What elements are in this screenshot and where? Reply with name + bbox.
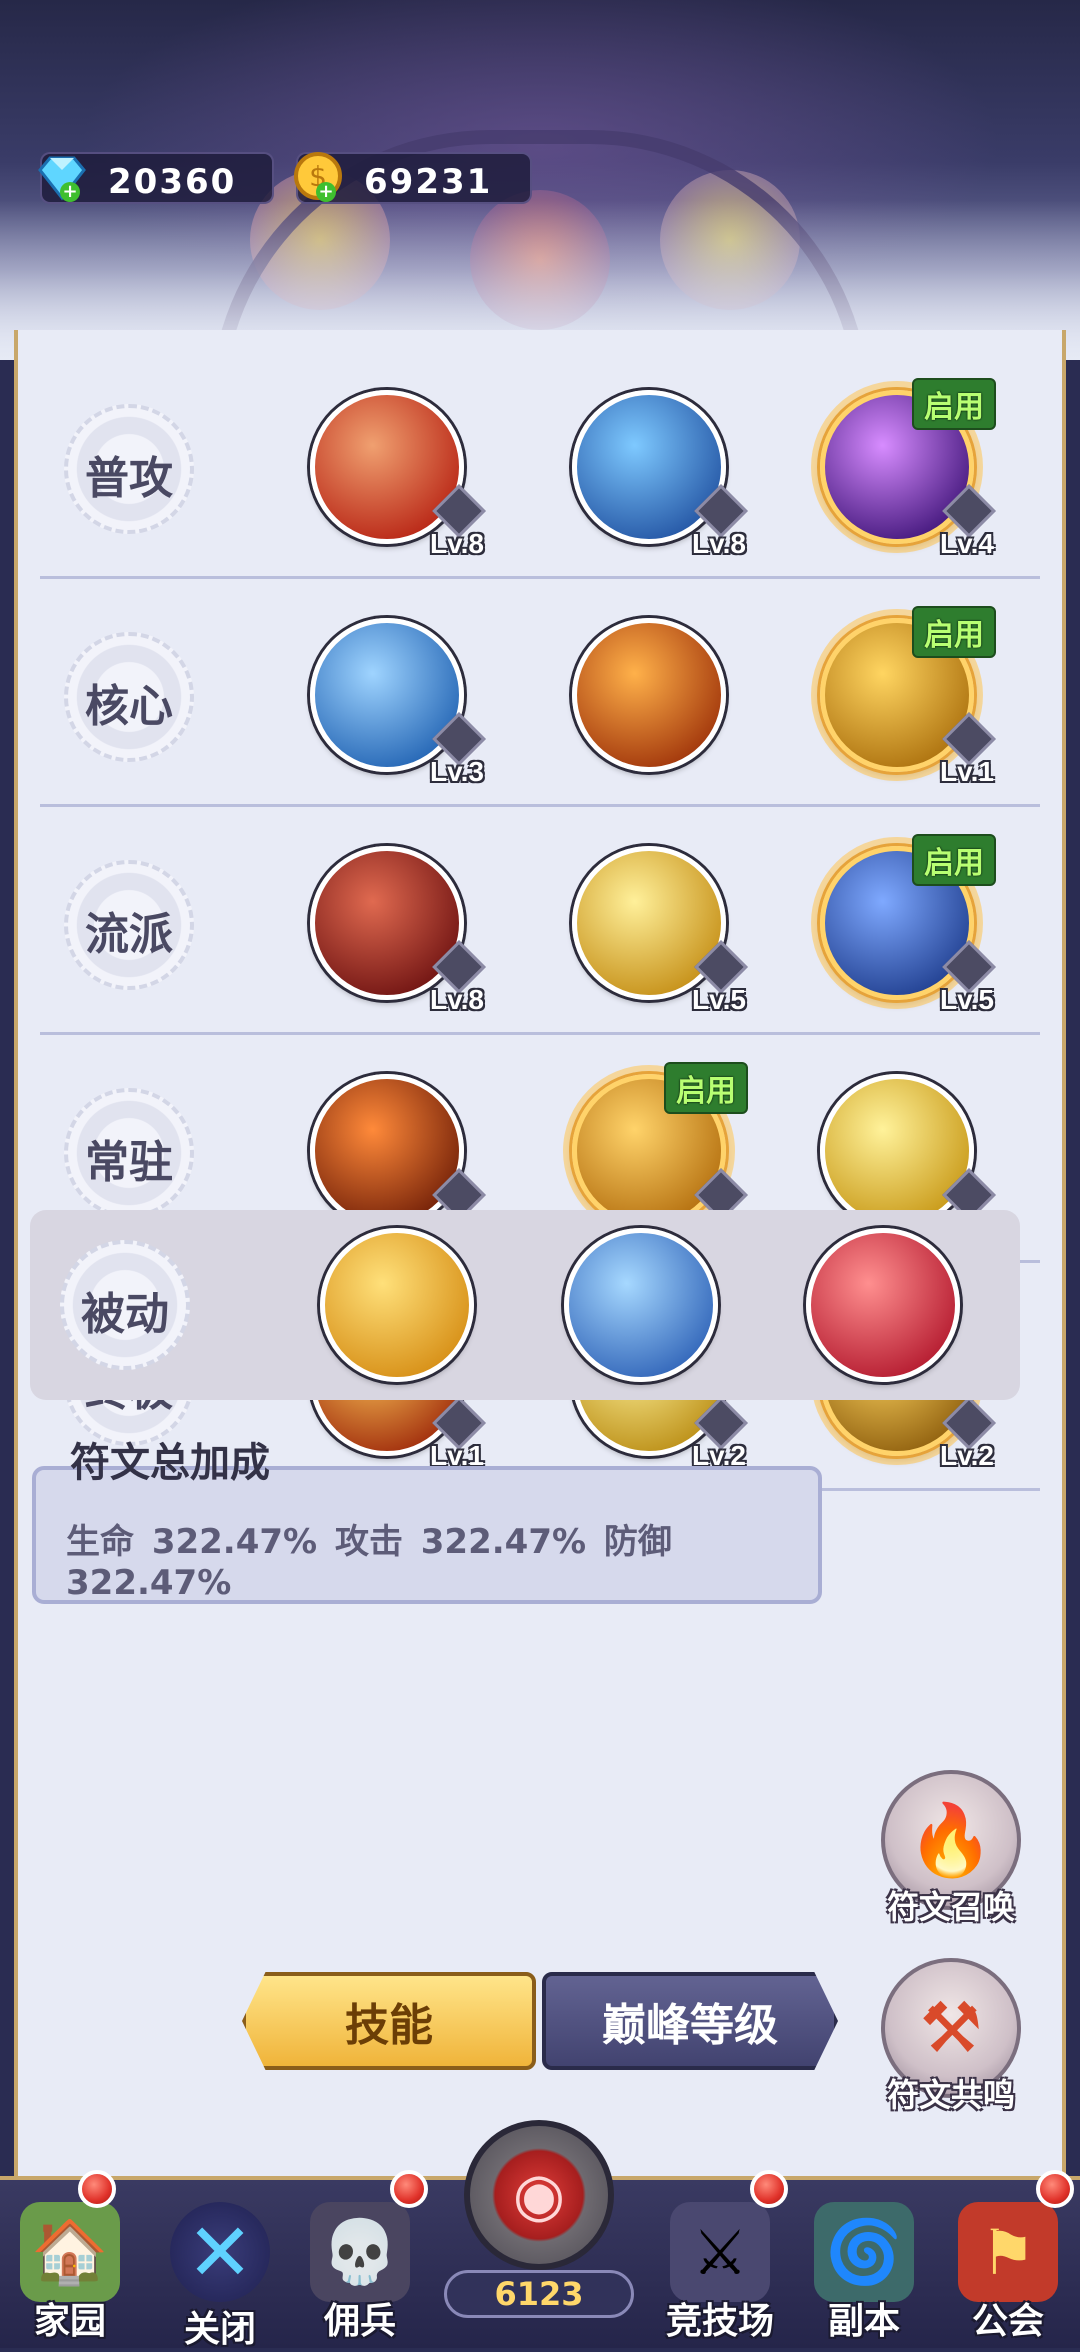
passive-skill-slot[interactable] [806, 1228, 960, 1382]
slash-icon [315, 395, 459, 539]
rune-resonance-button[interactable]: ⚒ 符文共鸣 [866, 1958, 1036, 2128]
notification-dot [78, 2170, 116, 2208]
hammer-icon [577, 623, 721, 767]
notification-dot [750, 2170, 788, 2208]
gold-amount: 69231 [364, 162, 493, 202]
guild-banner-icon: ⚑ [958, 2202, 1058, 2302]
plus-icon: + [316, 182, 336, 202]
sword-icon [315, 851, 459, 995]
nav-mercenary-label: 佣兵 [323, 2301, 396, 2342]
tab-skill[interactable]: 技能 [242, 1972, 536, 2070]
enabled-badge: 启用 [912, 606, 996, 658]
nav-dungeon[interactable]: 🌀 副本 [794, 2180, 934, 2348]
nav-arena[interactable]: ⚔ 竞技场 [650, 2170, 790, 2348]
tab-peak-level-label: 巅峰等级 [602, 2000, 778, 2051]
gold-coin-icon: $ + [288, 148, 348, 208]
gem-counter[interactable]: + 20360 [38, 152, 274, 204]
header-banner: + 20360 $ + 69231 [0, 0, 1080, 360]
crossed-swords-icon: ⚔ [670, 2202, 770, 2302]
enabled-badge: 启用 [912, 834, 996, 886]
rising-shadow-icon [315, 1079, 459, 1223]
rune-bonus-text: 生命 322.47% 攻击 322.47% 防御 322.47% [66, 1522, 672, 1603]
tab-peak-level[interactable]: 巅峰等级 [542, 1972, 838, 2070]
skill-level: Lv.8 [430, 984, 484, 1015]
demon-eye-icon: ◉ [464, 2120, 614, 2270]
stunned-figure-icon [825, 1079, 969, 1223]
skill-level: Lv.5 [940, 984, 994, 1015]
tab-skill-label: 技能 [345, 2000, 433, 2051]
nav-close[interactable]: ✕ 关闭 [150, 2180, 290, 2350]
rune-resonance-label: 符文共鸣 [886, 2076, 1015, 2114]
category-label: 常驻 [85, 1137, 173, 1188]
enabled-badge: 启用 [664, 1062, 748, 1114]
rune-summon-button[interactable]: 🔥 符文召唤 [866, 1770, 1036, 1940]
nav-close-label: 关闭 [183, 2309, 256, 2350]
skill-level: Lv.1 [940, 756, 994, 787]
skill-slot[interactable] [310, 618, 464, 772]
house-icon: 🏠 [20, 2202, 120, 2302]
nav-mercenary[interactable]: 💀 佣兵 [290, 2170, 430, 2348]
up-arrow-icon [811, 1233, 955, 1377]
skill-level: Lv.2 [940, 1440, 994, 1471]
skill-slot[interactable] [310, 1074, 464, 1228]
horned-skull-icon: 💀 [310, 2202, 410, 2302]
nav-dungeon-label: 副本 [827, 2301, 900, 2342]
rune-bonus-title: 符文总加成 [70, 1440, 270, 1486]
gem-amount: 20360 [108, 162, 237, 202]
nav-guild-label: 公会 [971, 2301, 1044, 2342]
notification-dot [1036, 2170, 1074, 2208]
passive-skill-slot[interactable] [320, 1228, 474, 1382]
skill-slot[interactable] [572, 390, 726, 544]
passive-skill-slot[interactable] [564, 1228, 718, 1382]
skill-level: Lv.5 [692, 984, 746, 1015]
row-divider [40, 1032, 1040, 1035]
rune-summon-label: 符文召唤 [886, 1888, 1015, 1926]
notification-dot [390, 2170, 428, 2208]
center-emblem-button[interactable]: ◉ 6123 [424, 2120, 654, 2344]
nav-guild[interactable]: ⚑ 公会 [938, 2170, 1078, 2348]
skill-slot[interactable] [572, 618, 726, 772]
close-icon: ✕ [170, 2202, 270, 2302]
plus-icon: + [60, 182, 80, 202]
skill-level: Lv.4 [940, 528, 994, 559]
golden-shards-icon [577, 851, 721, 995]
skill-slot[interactable] [310, 390, 464, 544]
category-label: 流派 [85, 909, 173, 960]
enabled-badge: 启用 [912, 378, 996, 430]
row-divider [40, 576, 1040, 579]
skill-slot[interactable] [310, 846, 464, 1000]
skill-level: Lv.8 [430, 528, 484, 559]
shield-break-icon [315, 623, 459, 767]
cross-shield-icon [569, 1233, 713, 1377]
nav-arena-label: 竞技场 [665, 2301, 774, 2342]
portal-icon: 🌀 [814, 2202, 914, 2302]
row-divider [40, 804, 1040, 807]
category-label: 普攻 [85, 453, 173, 504]
skill-slot[interactable] [572, 846, 726, 1000]
skill-slot[interactable] [820, 1074, 974, 1228]
nav-home[interactable]: 🏠 家园 [0, 2170, 140, 2348]
skill-level: Lv.3 [430, 756, 484, 787]
category-label-passive: 被动 [81, 1289, 169, 1340]
shield-icon [577, 395, 721, 539]
tower-icon [325, 1233, 469, 1377]
nav-home-label: 家园 [33, 2301, 106, 2342]
center-count: 6123 [444, 2270, 634, 2318]
category-label: 核心 [85, 681, 173, 732]
skill-level: Lv.8 [692, 528, 746, 559]
diamond-icon: + [32, 148, 92, 208]
gold-counter[interactable]: $ + 69231 [294, 152, 532, 204]
